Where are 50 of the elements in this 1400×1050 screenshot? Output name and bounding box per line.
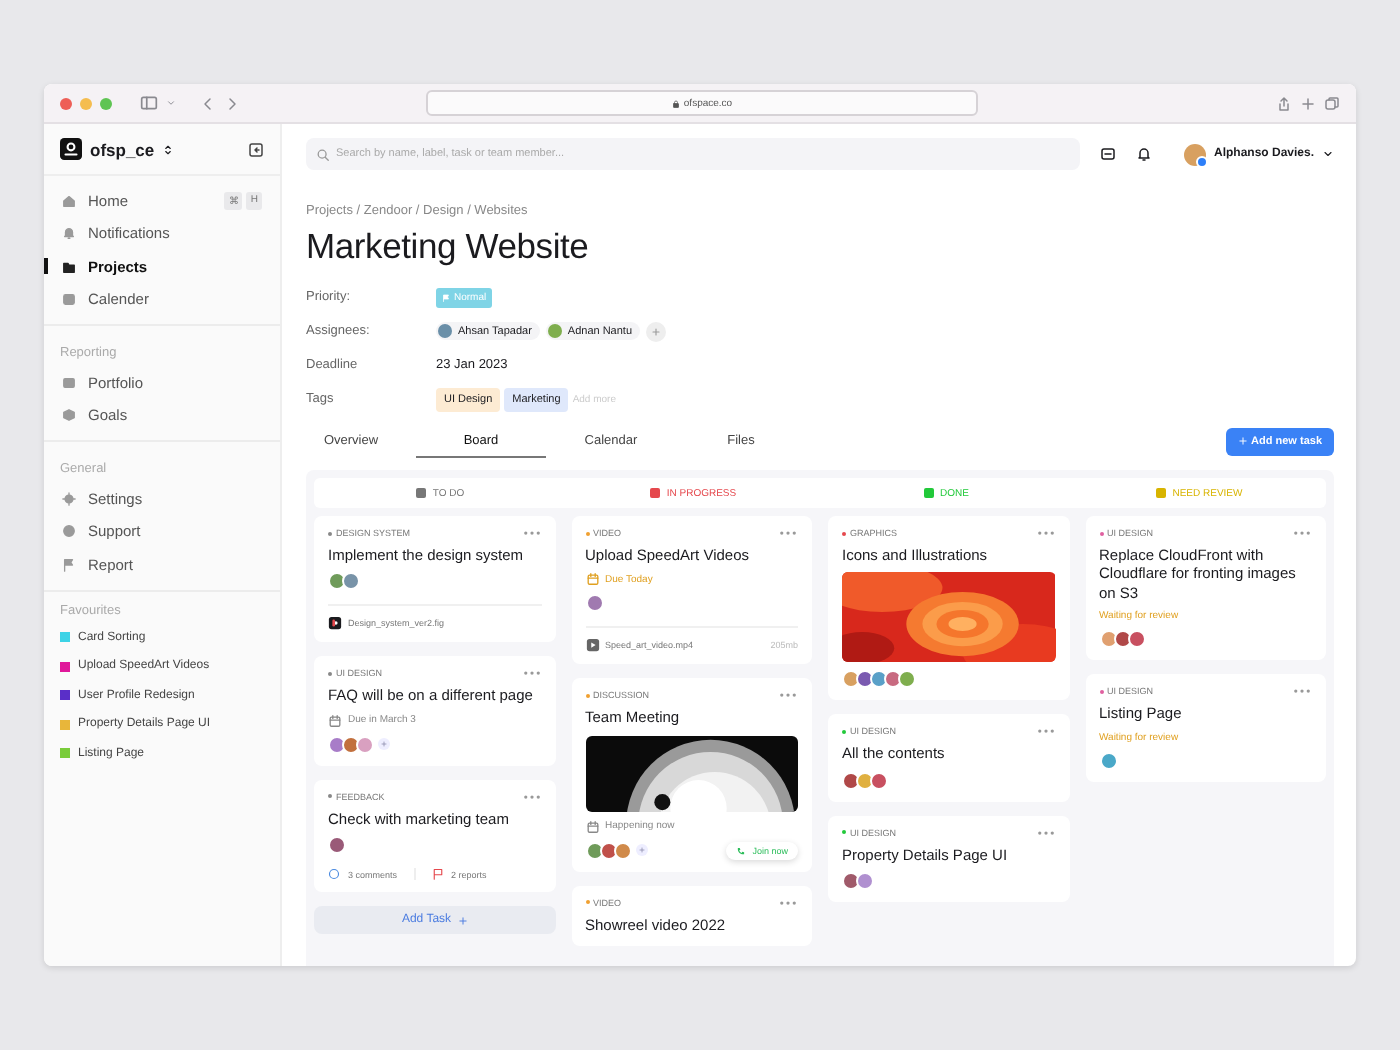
flag-icon <box>442 293 450 301</box>
bell-icon[interactable] <box>1135 146 1152 162</box>
close-button[interactable] <box>60 97 72 109</box>
add-member-icon[interactable] <box>378 738 390 751</box>
logo-icon <box>60 138 82 160</box>
page-title: Marketing Website <box>306 226 591 268</box>
phone-icon <box>736 845 747 856</box>
settings-icon <box>62 491 76 506</box>
cube-icon <box>62 408 76 423</box>
flag-icon <box>62 557 76 572</box>
more-icon[interactable] <box>1292 528 1312 538</box>
more-icon[interactable] <box>521 791 541 802</box>
more-icon[interactable] <box>1292 686 1312 697</box>
add-assignee-button[interactable] <box>646 321 667 341</box>
chevron-down-icon[interactable] <box>1322 148 1334 160</box>
sidebar-toggle-icon[interactable] <box>140 94 158 112</box>
more-icon[interactable] <box>778 897 798 908</box>
more-icon[interactable] <box>778 528 798 538</box>
back-icon[interactable] <box>200 95 216 111</box>
maximize-button[interactable] <box>100 97 112 109</box>
more-icon[interactable] <box>1035 827 1055 838</box>
forward-icon[interactable] <box>224 95 240 111</box>
avatar[interactable] <box>1183 143 1206 165</box>
new-tab-icon[interactable] <box>1300 95 1316 111</box>
plus-icon <box>380 740 388 749</box>
message-icon[interactable] <box>1099 146 1116 162</box>
more-icon[interactable] <box>778 690 798 701</box>
flag-icon <box>431 868 444 881</box>
more-icon[interactable] <box>1035 726 1055 737</box>
add-member-icon[interactable] <box>635 844 647 857</box>
share-icon[interactable] <box>1276 95 1292 111</box>
bell-icon <box>62 226 76 241</box>
collapse-icon[interactable] <box>248 141 264 157</box>
plus-icon <box>457 915 468 926</box>
folder-icon <box>62 259 76 274</box>
plus-icon <box>650 325 663 337</box>
minimize-button[interactable] <box>80 97 92 109</box>
switch-icon[interactable] <box>162 143 175 155</box>
file-icon <box>328 616 342 631</box>
more-icon[interactable] <box>1035 528 1055 538</box>
comment-icon <box>328 868 340 881</box>
plus-icon <box>1237 436 1248 446</box>
lock-icon <box>671 99 680 107</box>
more-icon[interactable] <box>521 528 541 538</box>
workspace-name[interactable]: ofsp_ce <box>90 139 155 159</box>
plus-icon <box>637 846 645 855</box>
tabs-icon[interactable] <box>1324 95 1340 111</box>
video-icon <box>585 638 599 653</box>
home-icon <box>62 193 76 208</box>
more-icon[interactable] <box>521 668 541 679</box>
